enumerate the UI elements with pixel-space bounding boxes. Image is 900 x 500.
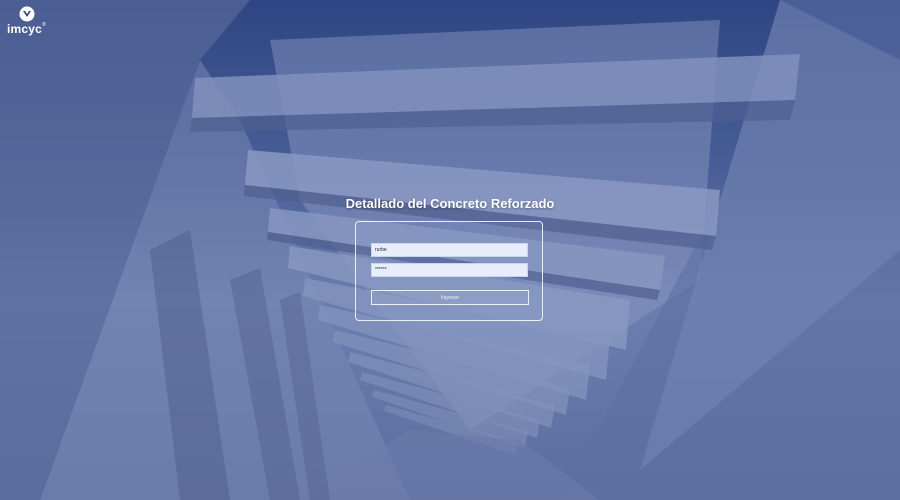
password-field[interactable] (371, 263, 528, 277)
imcyc-logo: imcyc® (7, 6, 47, 36)
imcyc-emblem-icon (19, 6, 35, 22)
page-title: Detallado del Concreto Reforzado (345, 196, 555, 211)
login-page: imcyc® Detallado del Concreto Reforzado … (0, 0, 900, 500)
login-form: Ingresar (355, 221, 543, 321)
username-field[interactable] (371, 243, 528, 257)
login-button[interactable]: Ingresar (371, 290, 529, 305)
logo-wordmark: imcyc® (7, 22, 46, 36)
